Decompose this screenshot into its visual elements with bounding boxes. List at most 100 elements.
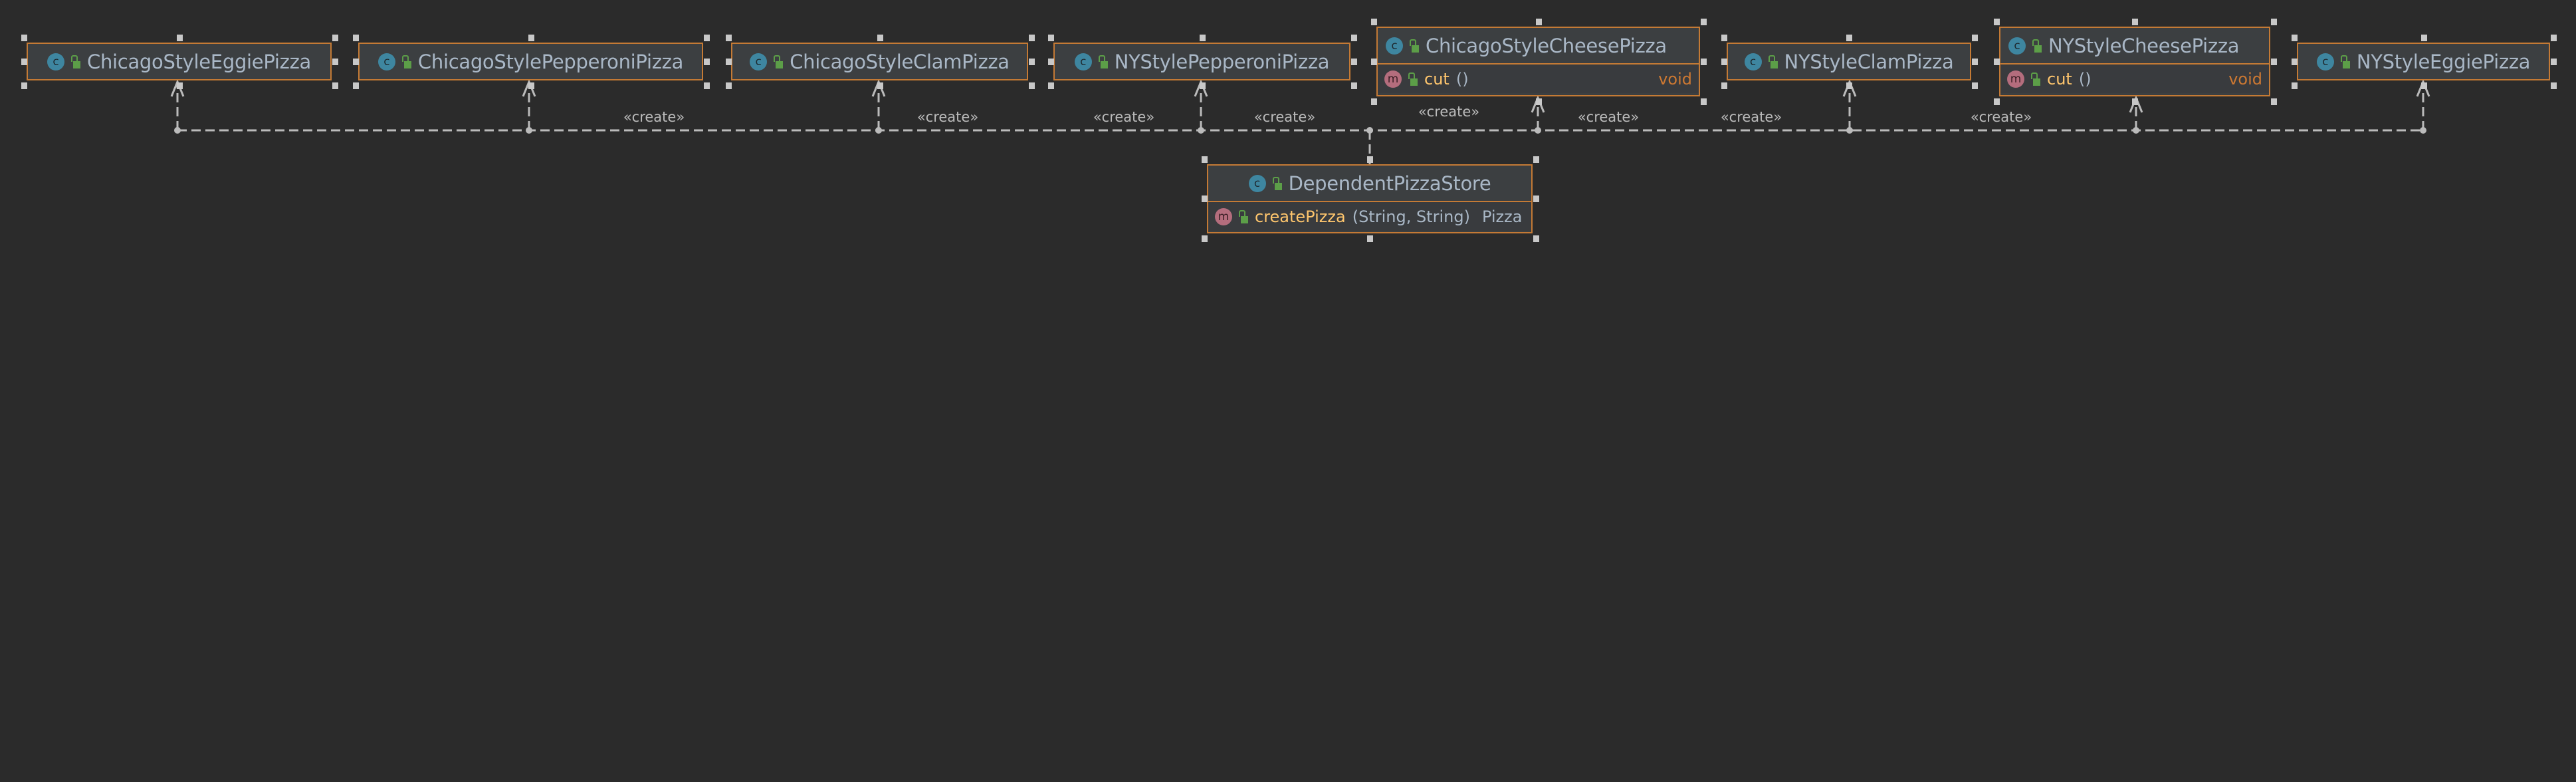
class-box-nystyleclampizza[interactable]: c NYStyleClamPizza	[1727, 43, 1971, 80]
resize-handle[interactable]	[1367, 235, 1373, 242]
method-row[interactable]: m cut () void	[2000, 63, 2269, 93]
resize-handle[interactable]	[1371, 19, 1377, 25]
class-header: c NYStyleEggiePizza	[2298, 44, 2549, 79]
resize-handle[interactable]	[1533, 196, 1539, 202]
resize-handle[interactable]	[1701, 19, 1707, 25]
resize-handle[interactable]	[1533, 235, 1539, 242]
resize-handle[interactable]	[2420, 35, 2427, 41]
resize-handle[interactable]	[2420, 82, 2427, 89]
resize-handle[interactable]	[1351, 35, 1357, 41]
resize-handle[interactable]	[1202, 235, 1208, 242]
resize-handle[interactable]	[1994, 19, 2000, 25]
resize-handle[interactable]	[1846, 35, 1852, 41]
method-row[interactable]: m createPizza (String, String) Pizza	[1208, 201, 1531, 231]
uml-diagram-canvas[interactable]: c ChicagoStyleEggiePizza c ChicagoStyleP…	[0, 0, 2576, 782]
resize-handle[interactable]	[2132, 98, 2138, 105]
resize-handle[interactable]	[1701, 98, 1707, 105]
resize-handle[interactable]	[353, 35, 359, 41]
resize-handle[interactable]	[1199, 82, 1206, 89]
class-header: c ChicagoStylePepperoniPizza	[360, 44, 702, 79]
create-stereotype-label: «create»	[1418, 104, 1480, 120]
resize-handle[interactable]	[1994, 58, 2000, 65]
resize-handle[interactable]	[1371, 98, 1377, 105]
resize-handle[interactable]	[1535, 98, 1542, 105]
resize-handle[interactable]	[1721, 35, 1727, 41]
resize-handle[interactable]	[332, 82, 338, 89]
junction-dot	[1198, 127, 1204, 134]
method-icon: m	[1384, 70, 1402, 88]
class-box-dependentpizzastore[interactable]: c DependentPizzaStore m createPizza (Stri…	[1207, 164, 1533, 233]
resize-handle[interactable]	[1029, 35, 1035, 41]
resize-handle[interactable]	[332, 58, 338, 65]
resize-handle[interactable]	[726, 35, 732, 41]
resize-handle[interactable]	[2551, 82, 2557, 89]
resize-handle[interactable]	[332, 35, 338, 41]
resize-handle[interactable]	[1721, 82, 1727, 89]
resize-handle[interactable]	[704, 82, 710, 89]
resize-handle[interactable]	[1721, 58, 1727, 65]
class-box-nystyleeggiepizza[interactable]: c NYStyleEggiePizza	[2297, 43, 2550, 80]
resize-handle[interactable]	[1701, 58, 1707, 65]
resize-handle[interactable]	[2132, 19, 2138, 25]
resize-handle[interactable]	[1351, 82, 1357, 89]
resize-handle[interactable]	[2271, 98, 2277, 105]
resize-handle[interactable]	[1994, 98, 2000, 105]
resize-handle[interactable]	[1048, 58, 1054, 65]
resize-handle[interactable]	[1846, 82, 1852, 89]
resize-handle[interactable]	[704, 35, 710, 41]
class-name: NYStyleEggiePizza	[2356, 50, 2531, 73]
class-box-nystylepepperonipizza[interactable]: c NYStylePepperoniPizza	[1053, 43, 1350, 80]
resize-handle[interactable]	[1351, 58, 1357, 65]
resize-handle[interactable]	[21, 58, 27, 65]
resize-handle[interactable]	[1972, 58, 1978, 65]
resize-handle[interactable]	[528, 82, 534, 89]
class-box-chicagostyleeggiepizza[interactable]: c ChicagoStyleEggiePizza	[27, 43, 332, 80]
public-lock-icon	[1768, 55, 1778, 68]
resize-handle[interactable]	[1371, 58, 1377, 65]
resize-handle[interactable]	[2551, 58, 2557, 65]
resize-handle[interactable]	[1972, 82, 1978, 89]
resize-handle[interactable]	[1199, 35, 1206, 41]
resize-handle[interactable]	[2271, 19, 2277, 25]
resize-handle[interactable]	[528, 35, 534, 41]
class-icon: c	[1386, 37, 1403, 55]
resize-handle[interactable]	[353, 58, 359, 65]
resize-handle[interactable]	[1367, 156, 1373, 163]
resize-handle[interactable]	[1202, 156, 1208, 163]
resize-handle[interactable]	[704, 58, 710, 65]
resize-handle[interactable]	[877, 35, 883, 41]
resize-handle[interactable]	[1048, 82, 1054, 89]
resize-handle[interactable]	[1029, 82, 1035, 89]
resize-handle[interactable]	[176, 35, 183, 41]
resize-handle[interactable]	[1202, 196, 1208, 202]
class-box-chicagostyleclampizza[interactable]: c ChicagoStyleClamPizza	[731, 43, 1028, 80]
resize-handle[interactable]	[1535, 19, 1542, 25]
class-box-chicagostylepepperonipizza[interactable]: c ChicagoStylePepperoniPizza	[358, 43, 703, 80]
method-icon: m	[1215, 207, 1232, 225]
resize-handle[interactable]	[353, 82, 359, 89]
method-return-type: void	[2228, 69, 2262, 88]
resize-handle[interactable]	[726, 82, 732, 89]
resize-handle[interactable]	[726, 58, 732, 65]
junction-dot	[2133, 127, 2139, 134]
create-stereotype-label: «create»	[1720, 109, 1782, 125]
class-box-chicagostylecheesepizza[interactable]: c ChicagoStyleCheesePizza m cut () void	[1376, 27, 1700, 96]
resize-handle[interactable]	[877, 82, 883, 89]
resize-handle[interactable]	[1972, 35, 1978, 41]
method-row[interactable]: m cut () void	[1378, 63, 1699, 93]
resize-handle[interactable]	[2271, 58, 2277, 65]
class-icon: c	[2316, 53, 2334, 70]
resize-handle[interactable]	[21, 35, 27, 41]
resize-handle[interactable]	[2551, 35, 2557, 41]
resize-handle[interactable]	[2292, 58, 2298, 65]
create-stereotype-label: «create»	[1970, 109, 2032, 125]
resize-handle[interactable]	[1048, 35, 1054, 41]
class-box-nystylecheesepizza[interactable]: c NYStyleCheesePizza m cut () void	[1999, 27, 2270, 96]
resize-handle[interactable]	[21, 82, 27, 89]
resize-handle[interactable]	[1029, 58, 1035, 65]
resize-handle[interactable]	[2292, 82, 2298, 89]
resize-handle[interactable]	[1533, 156, 1539, 163]
create-stereotype-label: «create»	[1577, 109, 1640, 125]
resize-handle[interactable]	[2292, 35, 2298, 41]
resize-handle[interactable]	[176, 82, 183, 89]
